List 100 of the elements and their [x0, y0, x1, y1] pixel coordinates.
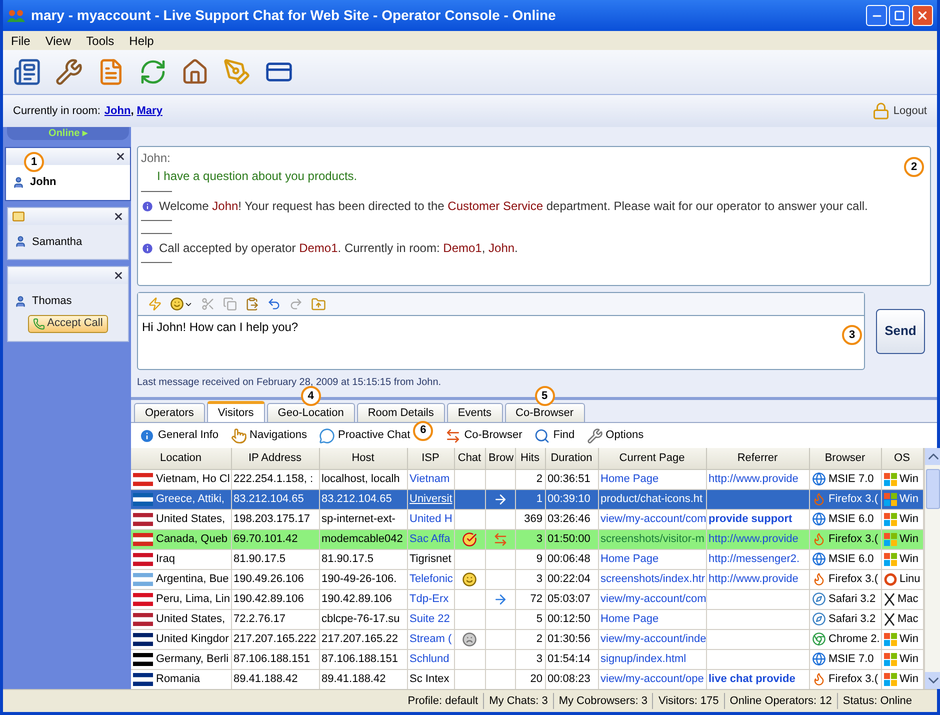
column-header[interactable]: Current Page [598, 448, 706, 469]
paste-icon[interactable] [245, 297, 259, 311]
isp-text: Sc Intex [410, 672, 450, 685]
emoticon-dropdown[interactable] [170, 297, 193, 311]
duration-text: 00:08:23 [548, 672, 590, 685]
member-link[interactable]: Mary [136, 102, 162, 120]
visitor-row[interactable]: Iraq 81.90.17.5 81.90.17.5 Tigrisnet 9 00:06:48 Home Page http://messenger2. MSIE 6.0 Win [131, 549, 923, 569]
tab[interactable]: Visitors [206, 401, 265, 422]
visitor-row[interactable]: Vietnam, Ho Cl 222.254.1.158, : localhost, localh Vietnam 2 00:36:51 Home Page http://www.provide MSIE 7.0 Win [131, 469, 923, 489]
pen-icon[interactable] [223, 58, 251, 86]
visitor-row[interactable]: United Kingdor 217.207.165.222 217.207.165.22 Stream ( 2 01:30:56 view/my-account/inde Chrome 2. Win [131, 629, 923, 649]
isp-link[interactable]: Telefonic [410, 572, 453, 585]
toolbar-button[interactable]: General Info [139, 427, 219, 444]
scroll-up-icon[interactable] [924, 448, 940, 465]
visitor-row[interactable]: United States, 198.203.175.17 sp-internet-ext- United H 369 03:26:46 view/my-account/com provide support MSIE 6.0 Win [131, 509, 923, 529]
toolbar-button[interactable]: Options [586, 427, 644, 444]
column-header[interactable]: Host [319, 448, 407, 469]
browser-text: Firefox 3.( [828, 572, 878, 587]
member-link[interactable]: John [104, 102, 131, 120]
column-header[interactable]: OS [881, 448, 923, 469]
scroll-down-icon[interactable] [924, 672, 940, 689]
toolbar-button[interactable]: Navigations [230, 427, 308, 444]
page-link[interactable]: view/my-account/inde [600, 632, 706, 645]
visitor-row[interactable]: Argentina, Bue 190.49.26.106 190-49-26-106. Telefonic 3 00:22:04 screenshots/index.htr http://www.provide Firefox 3.( Linu [131, 569, 923, 589]
close-icon[interactable] [113, 270, 124, 281]
close-icon[interactable] [115, 151, 126, 162]
session-card[interactable]: Samantha [7, 206, 129, 260]
tab[interactable]: Co-Browser [504, 403, 585, 422]
page-link[interactable]: Home Page [600, 472, 659, 485]
column-header[interactable]: Duration [545, 448, 598, 469]
referrer-link[interactable]: http://messenger2. [708, 552, 800, 565]
toolbar-button[interactable]: Find [534, 427, 575, 444]
maximize-button[interactable] [889, 5, 910, 26]
home-icon[interactable] [181, 58, 209, 86]
visitor-row[interactable]: Greece, Attiki, 83.212.104.65 83.212.104.65 Universit 1 00:39:10 product/chat-icons.ht Firefox 3.( Win [131, 489, 923, 509]
column-header[interactable]: Chat [454, 448, 485, 469]
menu-item[interactable]: File [11, 32, 30, 50]
referrer-link[interactable]: http://www.provide [708, 532, 798, 545]
toolbar-button[interactable]: Proactive Chat [319, 427, 410, 444]
visitor-row[interactable]: Germany, Berli 87.106.188.151 87.106.188.151 Schlund 3 01:54:14 signup/index.html MSIE 7.0 Win [131, 649, 923, 669]
column-header[interactable]: Brow [485, 448, 515, 469]
tab[interactable]: Room Details [356, 403, 445, 422]
isp-link[interactable]: Suite 22 [410, 612, 450, 625]
visitor-row[interactable]: Peru, Lima, Lin 190.42.89.106 190.42.89.106 Tdp-Erx 72 05:03:07 view/my-account/com Safari 3.2 Mac [131, 589, 923, 609]
visitor-name: Thomas [32, 294, 72, 309]
tab[interactable]: Events [446, 403, 503, 422]
column-header[interactable]: Location [131, 448, 231, 469]
isp-link[interactable]: Vietnam [410, 472, 450, 485]
referrer-link[interactable]: live chat provide [708, 672, 796, 685]
arrow-right-icon [492, 592, 508, 606]
callout-marker: 2 [904, 157, 924, 177]
page-link[interactable]: Home Page [600, 552, 659, 565]
isp-link[interactable]: Stream ( [410, 632, 452, 645]
minimize-button[interactable] [866, 5, 887, 26]
column-header[interactable]: Browser [809, 448, 881, 469]
referrer-link[interactable]: http://www.provide [708, 472, 798, 485]
scrollbar-thumb[interactable] [926, 469, 940, 509]
menu-item[interactable]: Tools [86, 32, 114, 50]
visitor-row[interactable]: Romania 89.41.188.42 89.41.188.42 Sc Intex 20 00:08:23 view/my-account/ope live chat provide Firefox 3.( Win [131, 669, 923, 689]
referrer-link[interactable]: provide support [708, 512, 792, 525]
status-item: My Cobrowsers: 3 [552, 692, 652, 710]
tools-icon[interactable] [55, 58, 83, 86]
page-link[interactable]: Home Page [600, 612, 659, 625]
session-card[interactable]: Thomas Accept Call [7, 266, 129, 342]
isp-link[interactable]: Sac Affa [410, 532, 450, 545]
page-link[interactable]: view/my-account/ope [600, 672, 704, 685]
session-card[interactable]: 1 John [5, 147, 131, 200]
accept-call-button[interactable]: Accept Call [28, 314, 108, 332]
isp-link[interactable]: Universit [410, 492, 452, 505]
scrollbar[interactable] [924, 448, 940, 689]
visitor-row[interactable]: Canada, Queb 69.70.101.42 modemcable042 Sac Affa 3 01:50:00 screenshots/visitor-m http://www.provide Firefox 3.( Win [131, 529, 923, 549]
windows-logo-icon [884, 632, 896, 646]
isp-link[interactable]: United H [410, 512, 452, 525]
page-link[interactable]: product/chat-icons.ht [600, 492, 703, 505]
column-header[interactable]: Hits [515, 448, 545, 469]
page-link[interactable]: view/my-account/com [600, 512, 706, 525]
windows-logo-icon [884, 552, 896, 566]
send-button[interactable]: Send [876, 308, 925, 354]
logout-button[interactable]: Logout [872, 102, 927, 120]
page-link[interactable]: screenshots/visitor-m [600, 532, 704, 545]
page-link[interactable]: screenshots/index.htr [600, 572, 706, 585]
send-file-icon[interactable] [311, 296, 326, 312]
close-button[interactable] [912, 5, 933, 26]
undo-icon[interactable] [267, 297, 281, 311]
menu-item[interactable]: Help [129, 32, 154, 50]
column-header[interactable]: IP Address [231, 448, 319, 469]
toolbar-button[interactable]: Co-Browser [445, 427, 522, 444]
column-header[interactable]: Referrer [706, 448, 809, 469]
close-icon[interactable] [113, 210, 124, 222]
referrer-link[interactable]: http://www.provide [708, 572, 798, 585]
tab[interactable]: Operators [134, 403, 205, 422]
visitor-row[interactable]: United States, 72.2.76.17 cblcpe-76-17.su Suite 22 5 00:12:50 Home Page Safari 3.2 Mac [131, 609, 923, 629]
tab[interactable]: Geo-Location [266, 403, 355, 422]
page-link[interactable]: signup/index.html [600, 652, 686, 665]
column-header[interactable]: ISP [407, 448, 454, 469]
isp-link[interactable]: Tdp-Erx [410, 592, 449, 605]
flame-icon [812, 572, 826, 586]
isp-link[interactable]: Schlund [410, 652, 450, 665]
menu-item[interactable]: View [45, 32, 72, 50]
page-link[interactable]: view/my-account/com [600, 592, 706, 605]
